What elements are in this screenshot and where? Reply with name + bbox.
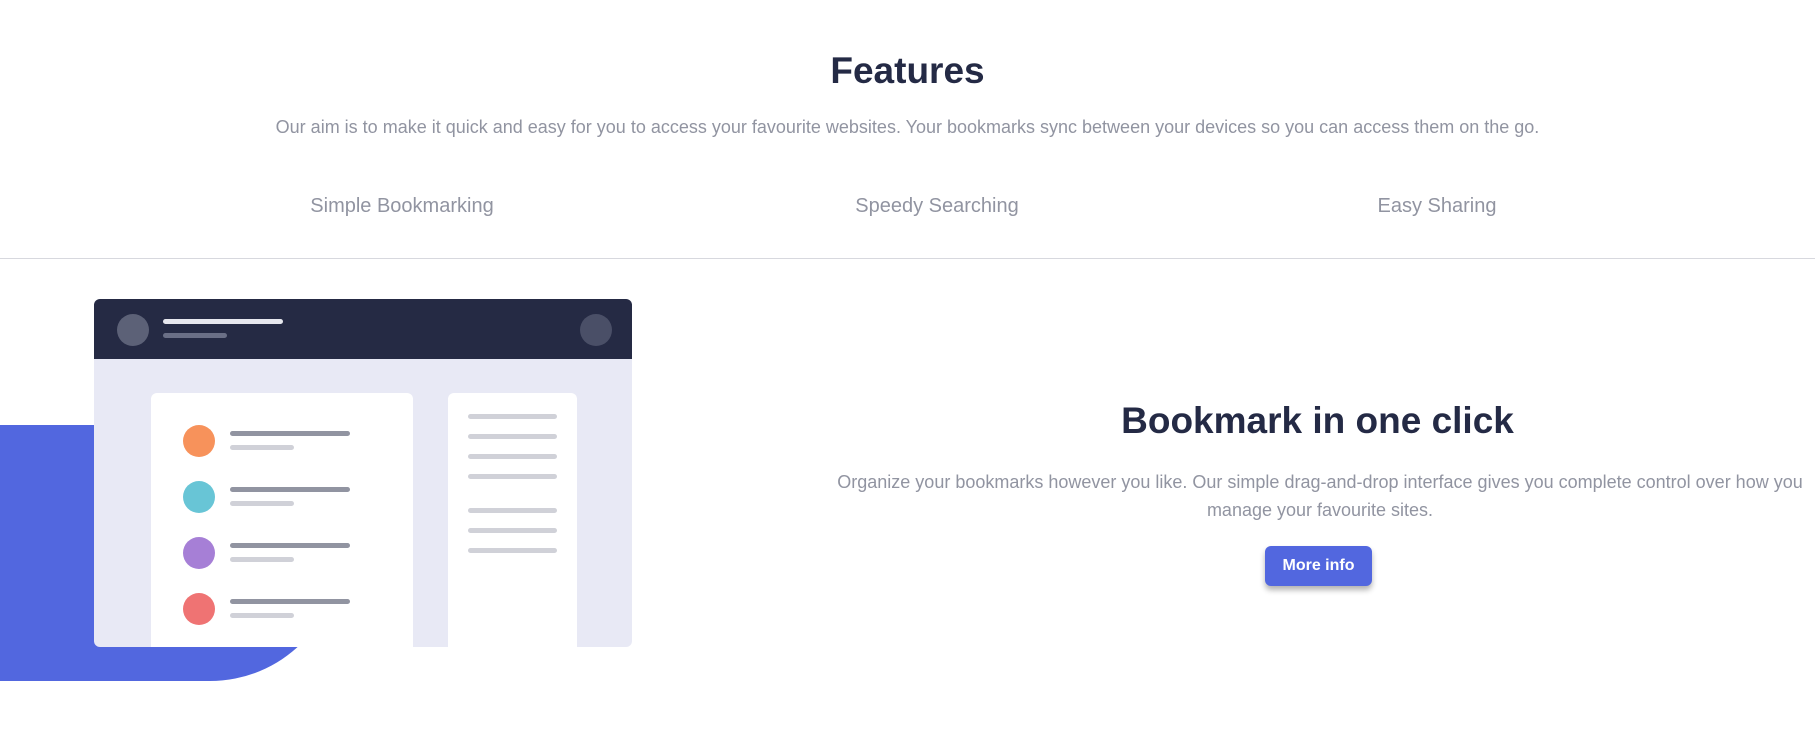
folder-line bbox=[468, 434, 557, 439]
feature-title: Bookmark in one click bbox=[1121, 400, 1514, 441]
header-title-line bbox=[163, 319, 283, 324]
bookmark-dot-icon bbox=[183, 481, 215, 513]
bookmark-url-line bbox=[230, 557, 294, 562]
features-description: Our aim is to make it quick and easy for… bbox=[275, 117, 1540, 137]
bookmark-url-line bbox=[230, 501, 294, 506]
folder-line bbox=[468, 474, 557, 479]
tab-speedy-searching[interactable]: Speedy Searching bbox=[737, 193, 1137, 219]
tabs-divider bbox=[0, 258, 1815, 259]
feature-tabs: Simple Bookmarking Speedy Searching Easy… bbox=[0, 193, 1815, 259]
bookmark-dot-icon bbox=[183, 537, 215, 569]
bookmark-title-line bbox=[230, 599, 350, 604]
folder-line bbox=[468, 508, 557, 513]
bookmark-title-line bbox=[230, 487, 350, 492]
folder-line bbox=[468, 454, 557, 459]
tab-easy-sharing[interactable]: Easy Sharing bbox=[1237, 193, 1637, 219]
illustration-header bbox=[94, 299, 632, 359]
bookmark-app-illustration bbox=[94, 299, 632, 647]
folder-line bbox=[468, 548, 557, 553]
bookmark-dot-icon bbox=[183, 425, 215, 457]
avatar-icon bbox=[117, 314, 149, 346]
bookmark-url-line bbox=[230, 445, 294, 450]
folder-panel bbox=[448, 393, 577, 647]
bookmark-list-panel bbox=[151, 393, 413, 647]
folder-line bbox=[468, 528, 557, 533]
bookmark-title-line bbox=[230, 431, 350, 436]
bookmark-dot-icon bbox=[183, 593, 215, 625]
tab-simple-bookmarking[interactable]: Simple Bookmarking bbox=[202, 193, 602, 219]
header-subtitle-line bbox=[163, 333, 227, 338]
more-info-button[interactable]: More info bbox=[1265, 546, 1372, 586]
features-heading: Features bbox=[830, 50, 985, 91]
settings-icon bbox=[580, 314, 612, 346]
folder-line bbox=[468, 414, 557, 419]
feature-description: Organize your bookmarks however you like… bbox=[837, 472, 1803, 520]
bookmark-url-line bbox=[230, 613, 294, 618]
bookmark-title-line bbox=[230, 543, 350, 548]
